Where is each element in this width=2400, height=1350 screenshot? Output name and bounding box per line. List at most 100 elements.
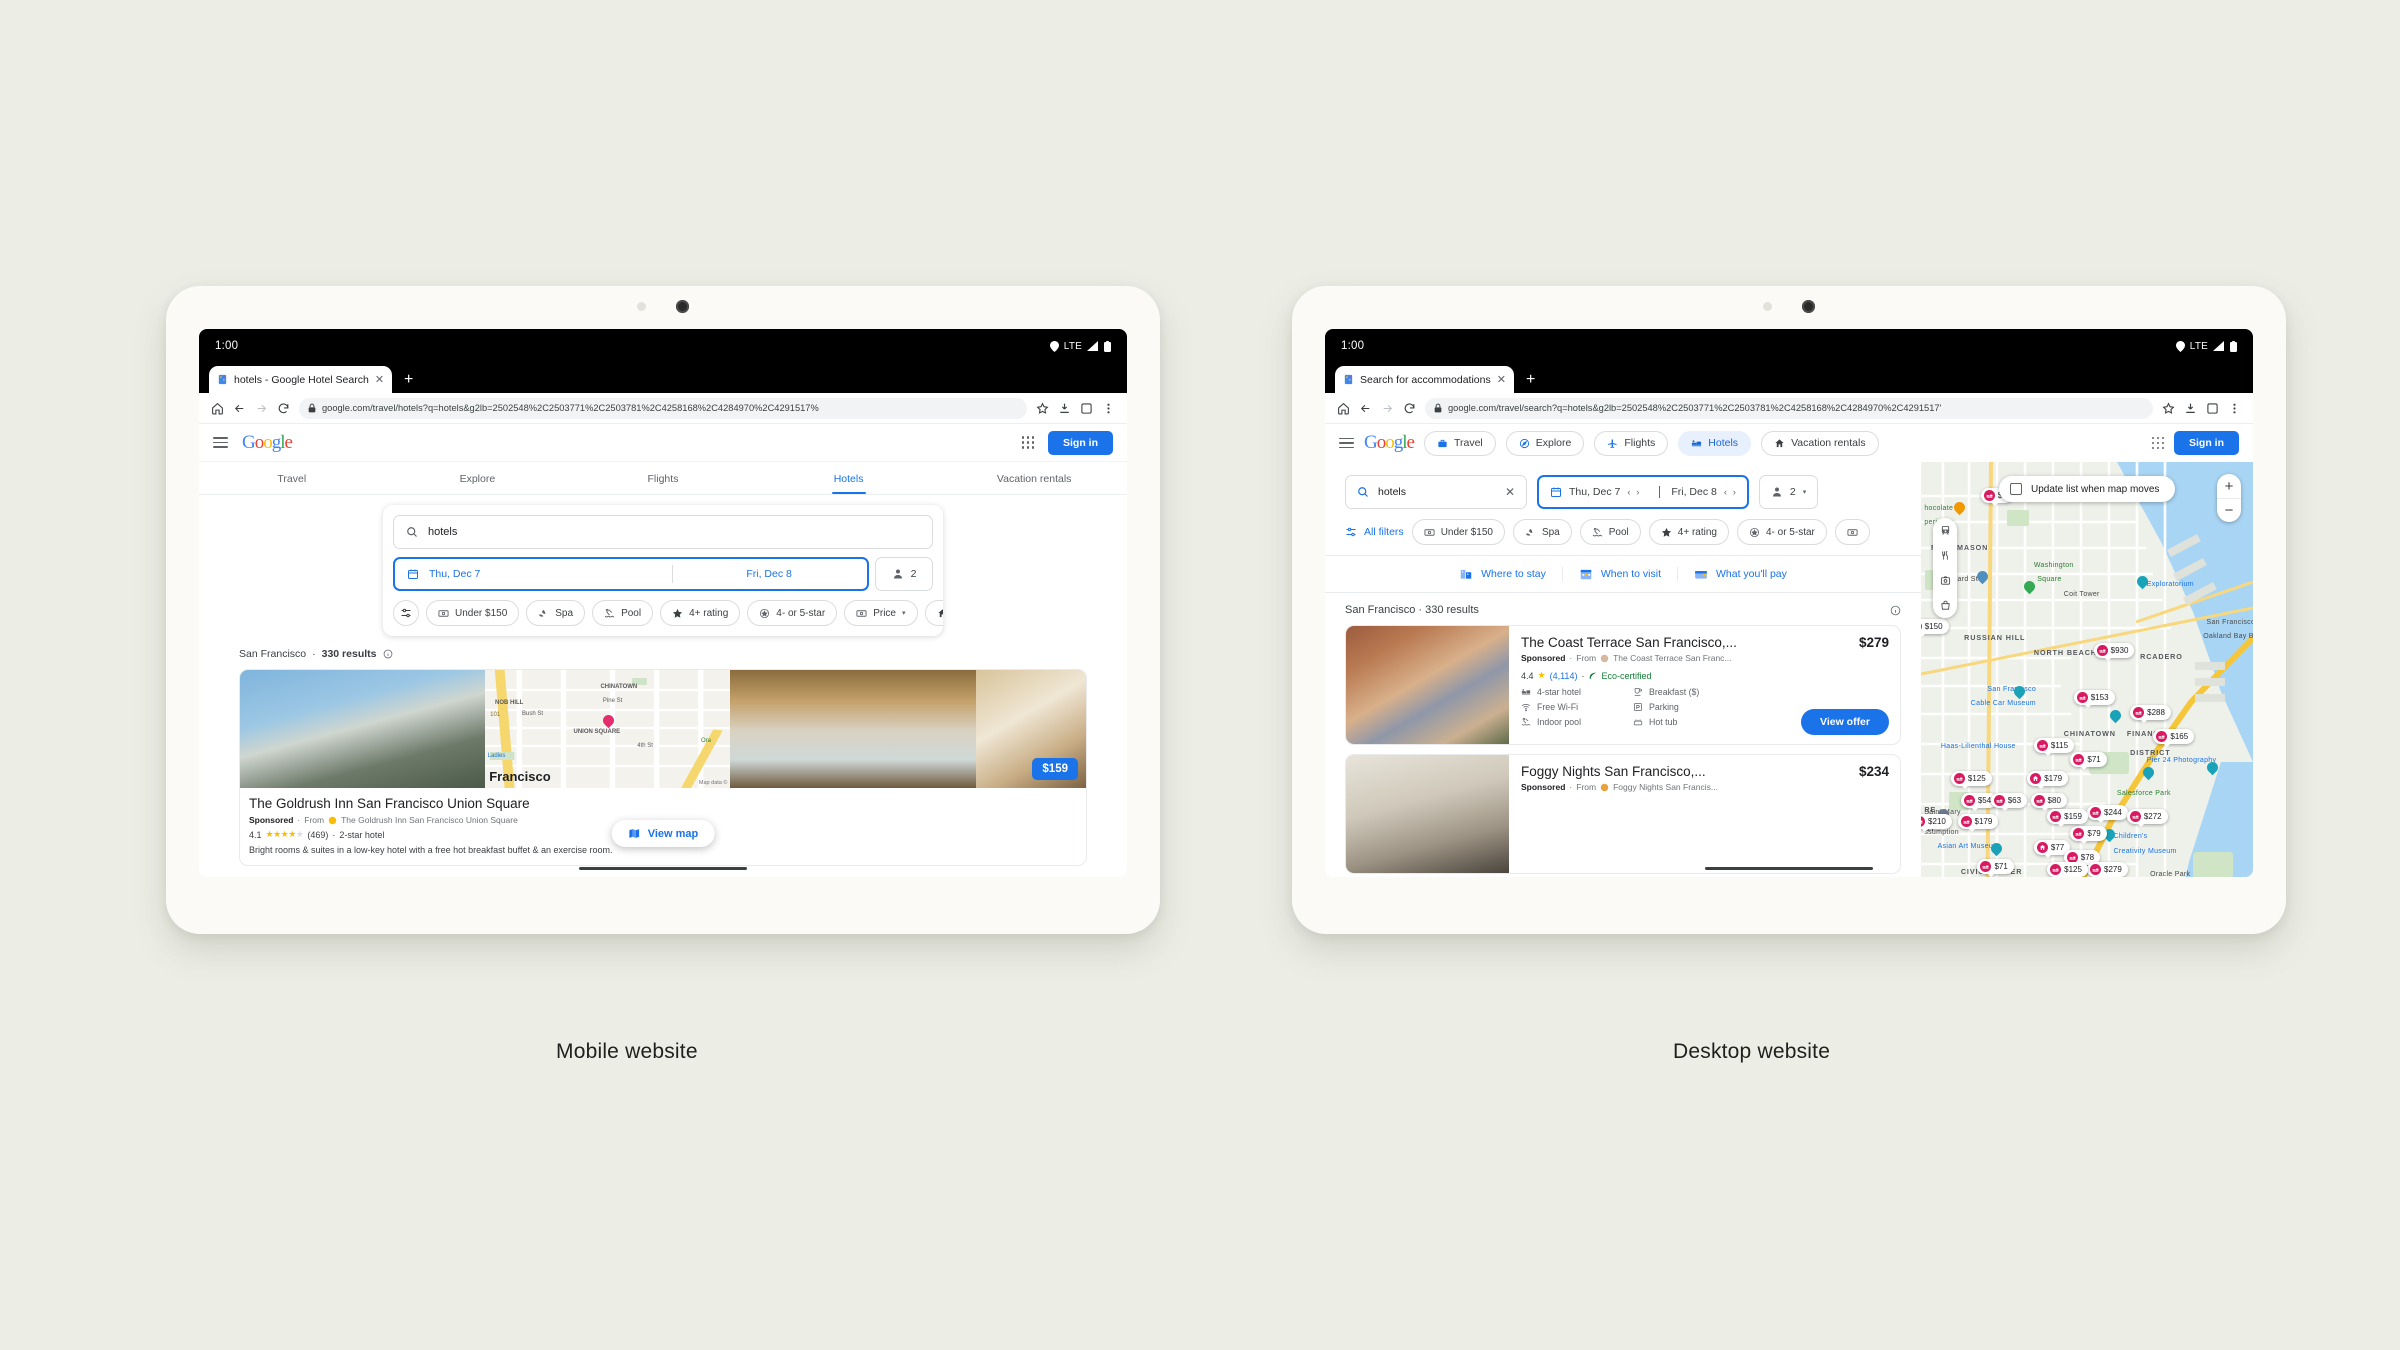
back-icon[interactable] <box>1359 402 1372 415</box>
map-price-pin[interactable]: $179 <box>1957 814 1999 833</box>
chip-price[interactable]: Price ▾ <box>844 600 918 626</box>
map-price-pin[interactable]: $153 <box>2073 690 2115 709</box>
info-icon[interactable] <box>383 649 393 659</box>
map-price-pin[interactable]: $80 <box>2030 792 2067 811</box>
tab-count-icon[interactable] <box>2206 402 2219 415</box>
checkin-stepper[interactable]: ‹ › <box>1627 487 1639 497</box>
hotel-name[interactable]: Foggy Nights San Francisco,... <box>1521 764 1706 779</box>
map-price-pin[interactable]: $63 <box>1990 792 2028 811</box>
checkbox-icon[interactable] <box>2010 483 2022 495</box>
sign-in-button[interactable]: Sign in <box>2174 431 2239 455</box>
map-panel[interactable]: FORT MASON RUSSIAN HILL NORTH BEACH CHIN… <box>1921 462 2253 877</box>
home-indicator[interactable] <box>579 867 747 870</box>
bookmark-star-icon[interactable] <box>1036 401 1049 415</box>
all-filters-button[interactable]: All filters <box>1345 526 1404 538</box>
view-offer-button[interactable]: View offer <box>1801 709 1889 735</box>
map-price-pin[interactable]: $159 <box>2047 809 2088 828</box>
chip-spa[interactable]: Spa <box>526 600 586 626</box>
zoom-out-button[interactable]: − <box>2217 498 2241 522</box>
section-what-youll-pay[interactable]: What you'll pay <box>1677 567 1803 581</box>
photo-gallery[interactable]: CHINATOWN NOB HILL UNION SQUARE Pine St … <box>240 670 1086 788</box>
chip-price-overflow[interactable] <box>1834 519 1870 545</box>
zoom-in-button[interactable]: + <box>2217 474 2241 498</box>
all-filters-button[interactable] <box>393 600 419 626</box>
guests-field[interactable]: 2 <box>875 557 933 591</box>
bookmark-star-icon[interactable] <box>2162 401 2175 415</box>
hotel-result-card[interactable]: Foggy Nights San Francisco,... $234 Spon… <box>1345 754 1901 874</box>
map-price-pin[interactable]: $930 <box>2093 642 2135 661</box>
hamburger-menu-icon[interactable] <box>1339 437 1354 449</box>
new-tab-button[interactable]: + <box>404 371 413 393</box>
menu-icon[interactable] <box>1102 402 1115 415</box>
nav-explore[interactable]: Explore <box>1505 430 1585 456</box>
map-price-pin[interactable]: $210 <box>1921 814 1952 833</box>
map-zoom-controls[interactable]: + − <box>2217 474 2241 522</box>
map-price-pin[interactable]: $288 <box>2130 704 2171 723</box>
back-icon[interactable] <box>233 402 246 415</box>
attraction-icon[interactable] <box>1933 568 1957 593</box>
chip-pool[interactable]: Pool <box>1579 519 1641 545</box>
search-input[interactable]: hotels <box>393 515 933 549</box>
check-in-segment[interactable]: Thu, Dec 7 ‹ › <box>1539 486 1650 498</box>
search-input[interactable]: hotels ✕ <box>1345 475 1527 509</box>
url-bar[interactable]: google.com/travel/hotels?q=hotels&g2lb=2… <box>299 397 1027 419</box>
hotel-name[interactable]: The Coast Terrace San Francisco,... <box>1521 635 1737 650</box>
restaurant-icon[interactable] <box>1933 543 1957 568</box>
browser-tab[interactable]: hotels - Google Hotel Search ✕ <box>209 366 393 393</box>
home-indicator[interactable] <box>1705 867 1873 870</box>
nav-vacation-rentals[interactable]: Vacation rentals <box>1761 430 1879 456</box>
tab-vacation-rentals[interactable]: Vacation rentals <box>941 462 1127 494</box>
menu-icon[interactable] <box>2228 402 2241 415</box>
close-icon[interactable]: ✕ <box>375 373 384 386</box>
nav-travel[interactable]: Travel <box>1423 430 1496 456</box>
sign-in-button[interactable]: Sign in <box>1048 430 1113 455</box>
section-when-to-visit[interactable]: When to visit <box>1561 567 1677 581</box>
hotel-name[interactable]: The Goldrush Inn San Francisco Union Squ… <box>249 796 1077 811</box>
chip-under-150[interactable]: Under $150 <box>426 600 520 626</box>
home-icon[interactable] <box>1337 402 1350 415</box>
section-where-to-stay[interactable]: Where to stay <box>1443 567 1562 581</box>
chip-under-150[interactable]: Under $150 <box>1411 519 1505 545</box>
url-bar[interactable]: google.com/travel/search?q=hotels&g2lb=2… <box>1425 397 2153 419</box>
update-list-checkbox-row[interactable]: Update list when map moves <box>1999 476 2176 502</box>
apps-grid-icon[interactable] <box>1021 436 1034 449</box>
checkout-stepper[interactable]: ‹ › <box>1724 487 1736 497</box>
date-range-field[interactable]: Thu, Dec 7 Fri, Dec 8 <box>393 557 869 591</box>
chip-spa[interactable]: Spa <box>1512 519 1572 545</box>
map-canvas[interactable]: FORT MASON RUSSIAN HILL NORTH BEACH CHIN… <box>1921 462 2253 877</box>
date-range-field[interactable]: Thu, Dec 7 ‹ › Fri, Dec 8 ‹ › <box>1537 475 1749 509</box>
check-out-segment[interactable]: Fri, Dec 8 ‹ › <box>1659 486 1747 498</box>
map-price-pin[interactable]: $71 <box>2070 752 2107 771</box>
browser-tab[interactable]: Search for accommodations ✕ <box>1335 366 1514 393</box>
hotel-result-card[interactable]: The Coast Terrace San Francisco,... $279… <box>1345 625 1901 745</box>
review-count[interactable]: (4,114) <box>1550 671 1578 681</box>
shopping-icon[interactable] <box>1933 593 1957 618</box>
chip-4-or-5-star[interactable]: 4- or 5-star <box>747 600 838 626</box>
download-icon[interactable] <box>2184 402 2197 415</box>
map-price-pin[interactable]: $125 <box>1950 771 1992 790</box>
chip-4-plus-rating[interactable]: 4+ rating <box>1648 519 1729 545</box>
nav-hotels[interactable]: Hotels <box>1678 430 1752 456</box>
transit-icon[interactable] <box>1933 518 1957 543</box>
tab-travel[interactable]: Travel <box>199 462 385 494</box>
tab-hotels[interactable]: Hotels <box>756 462 942 494</box>
nav-flights[interactable]: Flights <box>1594 430 1669 456</box>
apps-grid-icon[interactable] <box>2151 436 2164 450</box>
reload-icon[interactable] <box>277 402 290 415</box>
clear-icon[interactable]: ✕ <box>1505 485 1515 499</box>
chip-4-or-5-star[interactable]: 4- or 5-star <box>1736 519 1827 545</box>
map-price-pin[interactable]: $165 <box>2153 728 2195 747</box>
view-map-button[interactable]: View map <box>611 820 715 847</box>
map-price-pin[interactable]: $71 <box>1977 859 2014 877</box>
home-icon[interactable] <box>211 402 224 415</box>
map-price-pin[interactable]: $179 <box>2027 771 2069 790</box>
chip-4-plus-rating[interactable]: 4+ rating <box>660 600 741 626</box>
tab-count-icon[interactable] <box>1080 402 1093 415</box>
guests-field[interactable]: 2 ▾ <box>1758 475 1819 509</box>
chip-pool[interactable]: Pool <box>592 600 654 626</box>
download-icon[interactable] <box>1058 402 1071 415</box>
map-category-tools[interactable] <box>1933 518 1957 618</box>
map-price-pin[interactable]: $272 <box>2126 809 2168 828</box>
map-price-pin[interactable]: $279 <box>2087 861 2128 877</box>
new-tab-button[interactable]: + <box>1526 371 1535 393</box>
